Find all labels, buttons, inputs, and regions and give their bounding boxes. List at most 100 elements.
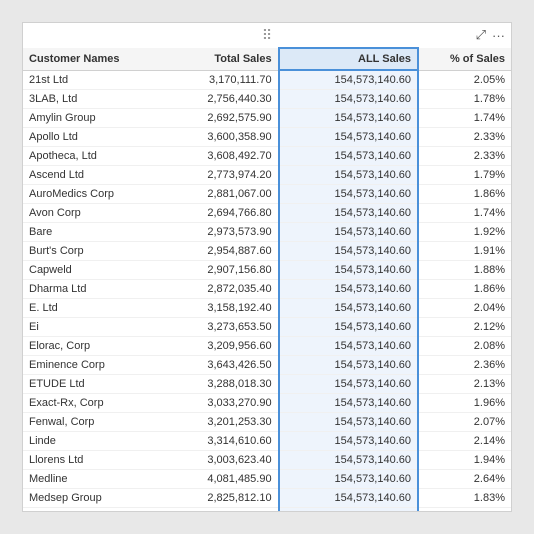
cell-pct-sales: 1.91% [418, 242, 511, 261]
table-row: Bare 2,973,573.90 154,573,140.60 1.92% [23, 223, 511, 242]
table-row: Apollo Ltd 3,600,358.90 154,573,140.60 2… [23, 128, 511, 147]
cell-pct-sales: 1.83% [418, 489, 511, 508]
cell-customer: Amylin Group [23, 109, 151, 128]
table-row: Llorens Ltd 3,003,623.40 154,573,140.60 … [23, 451, 511, 470]
cell-total-sales: 3,608,492.70 [151, 147, 279, 166]
table-row: E. Ltd 3,158,192.40 154,573,140.60 2.04% [23, 299, 511, 318]
cell-customer: Fenwal, Corp [23, 413, 151, 432]
table-row: 3LAB, Ltd 2,756,440.30 154,573,140.60 1.… [23, 90, 511, 109]
cell-pct-sales: 1.74% [418, 508, 511, 512]
cell-customer: Elorac, Corp [23, 337, 151, 356]
cell-all-sales: 154,573,140.60 [279, 299, 418, 318]
cell-total-sales: 2,756,440.30 [151, 90, 279, 109]
cell-total-sales: 2,907,156.80 [151, 261, 279, 280]
widget-header: ⠿ ⤢ ··· [23, 23, 511, 47]
cell-total-sales: 2,872,035.40 [151, 280, 279, 299]
cell-all-sales: 154,573,140.60 [279, 356, 418, 375]
col-header-all-sales: ALL Sales [279, 48, 418, 70]
cell-all-sales: 154,573,140.60 [279, 128, 418, 147]
cell-total-sales: 2,973,573.90 [151, 223, 279, 242]
cell-customer: Mylan Corp [23, 508, 151, 512]
cell-all-sales: 154,573,140.60 [279, 166, 418, 185]
cell-all-sales: 154,573,140.60 [279, 413, 418, 432]
cell-pct-sales: 2.12% [418, 318, 511, 337]
table-row: Capweld 2,907,156.80 154,573,140.60 1.88… [23, 261, 511, 280]
cell-customer: Exact-Rx, Corp [23, 394, 151, 413]
col-header-customer: Customer Names [23, 48, 151, 70]
cell-pct-sales: 2.36% [418, 356, 511, 375]
cell-pct-sales: 2.05% [418, 70, 511, 90]
cell-total-sales: 2,881,067.00 [151, 185, 279, 204]
cell-customer: Eminence Corp [23, 356, 151, 375]
cell-pct-sales: 2.64% [418, 470, 511, 489]
cell-pct-sales: 2.33% [418, 147, 511, 166]
cell-total-sales: 3,033,270.90 [151, 394, 279, 413]
cell-total-sales: 3,158,192.40 [151, 299, 279, 318]
cell-all-sales: 154,573,140.60 [279, 109, 418, 128]
table-row: Medsep Group 2,825,812.10 154,573,140.60… [23, 489, 511, 508]
cell-customer: Capweld [23, 261, 151, 280]
table-row: Exact-Rx, Corp 3,033,270.90 154,573,140.… [23, 394, 511, 413]
col-header-pct-sales: % of Sales [418, 48, 511, 70]
cell-all-sales: 154,573,140.60 [279, 280, 418, 299]
cell-customer: Medsep Group [23, 489, 151, 508]
more-options-icon[interactable]: ··· [492, 28, 505, 43]
table-header-row: Customer Names Total Sales ALL Sales % o… [23, 48, 511, 70]
cell-customer: Ascend Ltd [23, 166, 151, 185]
cell-pct-sales: 1.86% [418, 280, 511, 299]
cell-customer: Avon Corp [23, 204, 151, 223]
table-wrapper: Customer Names Total Sales ALL Sales % o… [23, 47, 511, 511]
cell-total-sales: 3,273,653.50 [151, 318, 279, 337]
drag-handle-icon[interactable]: ⠿ [262, 27, 272, 44]
cell-all-sales: 154,573,140.60 [279, 337, 418, 356]
cell-pct-sales: 1.86% [418, 185, 511, 204]
cell-all-sales: 154,573,140.60 [279, 375, 418, 394]
table-row: Ei 3,273,653.50 154,573,140.60 2.12% [23, 318, 511, 337]
cell-pct-sales: 2.04% [418, 299, 511, 318]
cell-all-sales: 154,573,140.60 [279, 470, 418, 489]
cell-total-sales: 3,600,358.90 [151, 128, 279, 147]
table-row: Apotheca, Ltd 3,608,492.70 154,573,140.6… [23, 147, 511, 166]
cell-customer: ETUDE Ltd [23, 375, 151, 394]
cell-pct-sales: 1.74% [418, 204, 511, 223]
cell-customer: Apollo Ltd [23, 128, 151, 147]
cell-all-sales: 154,573,140.60 [279, 432, 418, 451]
cell-all-sales: 154,573,140.60 [279, 261, 418, 280]
table-row: 21st Ltd 3,170,111.70 154,573,140.60 2.0… [23, 70, 511, 90]
cell-all-sales: 154,573,140.60 [279, 318, 418, 337]
cell-customer: Ei [23, 318, 151, 337]
cell-total-sales: 3,201,253.30 [151, 413, 279, 432]
cell-all-sales: 154,573,140.60 [279, 451, 418, 470]
table-row: Burt's Corp 2,954,887.60 154,573,140.60 … [23, 242, 511, 261]
table-row: Amylin Group 2,692,575.90 154,573,140.60… [23, 109, 511, 128]
cell-customer: Linde [23, 432, 151, 451]
expand-icon[interactable]: ⤢ [476, 27, 486, 43]
cell-customer: Bare [23, 223, 151, 242]
cell-pct-sales: 1.92% [418, 223, 511, 242]
cell-customer: Llorens Ltd [23, 451, 151, 470]
table-scroll[interactable]: Customer Names Total Sales ALL Sales % o… [23, 47, 511, 511]
cell-total-sales: 2,694,766.80 [151, 204, 279, 223]
cell-total-sales: 4,081,485.90 [151, 470, 279, 489]
cell-pct-sales: 1.79% [418, 166, 511, 185]
cell-total-sales: 3,643,426.50 [151, 356, 279, 375]
cell-pct-sales: 1.94% [418, 451, 511, 470]
cell-total-sales: 3,314,610.60 [151, 432, 279, 451]
cell-pct-sales: 2.07% [418, 413, 511, 432]
table-row: Mylan Corp 2,688,361.60 154,573,140.60 1… [23, 508, 511, 512]
cell-pct-sales: 1.88% [418, 261, 511, 280]
cell-customer: 3LAB, Ltd [23, 90, 151, 109]
cell-all-sales: 154,573,140.60 [279, 394, 418, 413]
col-header-total-sales: Total Sales [151, 48, 279, 70]
cell-all-sales: 154,573,140.60 [279, 147, 418, 166]
table-row: Eminence Corp 3,643,426.50 154,573,140.6… [23, 356, 511, 375]
cell-pct-sales: 1.74% [418, 109, 511, 128]
cell-customer: AuroMedics Corp [23, 185, 151, 204]
table-row: Dharma Ltd 2,872,035.40 154,573,140.60 1… [23, 280, 511, 299]
cell-all-sales: 154,573,140.60 [279, 508, 418, 512]
table-row: Elorac, Corp 3,209,956.60 154,573,140.60… [23, 337, 511, 356]
table-row: Avon Corp 2,694,766.80 154,573,140.60 1.… [23, 204, 511, 223]
widget-container: ⠿ ⤢ ··· Customer Names Total Sales ALL S… [22, 22, 512, 512]
cell-customer: Apotheca, Ltd [23, 147, 151, 166]
cell-total-sales: 2,773,974.20 [151, 166, 279, 185]
